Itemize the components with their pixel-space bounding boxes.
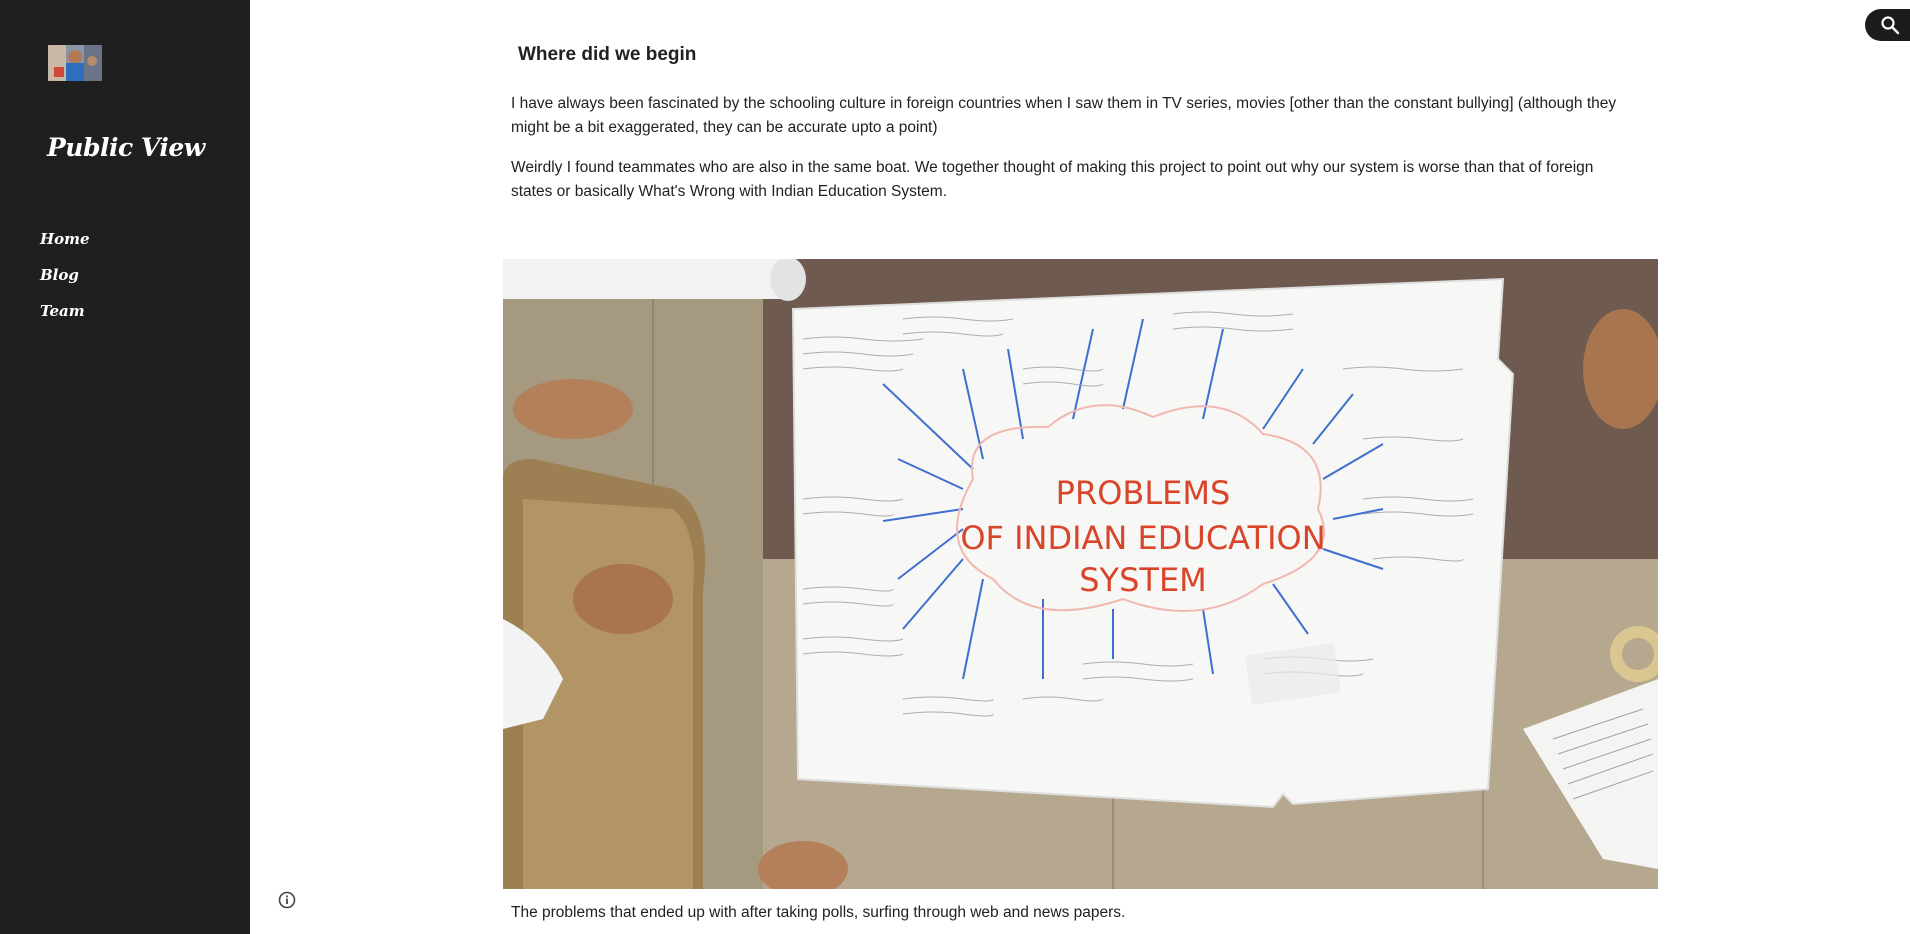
poster-title-line-1: PROBLEMS (1056, 474, 1231, 512)
paragraph-2: Weirdly I found teammates who are also i… (511, 159, 1594, 200)
nav-item-team[interactable]: Team (40, 302, 85, 320)
search-button[interactable] (1865, 9, 1910, 41)
search-icon (1881, 16, 1900, 35)
poster-title-line-2: OF INDIAN EDUCATION (960, 519, 1325, 557)
sidebar: Public View Home Blog Team (0, 0, 250, 934)
paragraph-1: I have always been fascinated by the sch… (511, 95, 1617, 136)
image-caption: The problems that ended up with after ta… (511, 904, 1126, 921)
poster-photo: PROBLEMS OF INDIAN EDUCATION SYSTEM (503, 259, 1658, 889)
site-title[interactable]: Public View (47, 133, 205, 162)
nav-item-blog[interactable]: Blog (40, 266, 79, 284)
site-logo[interactable] (48, 45, 102, 81)
poster-title-line-3: SYSTEM (1079, 561, 1207, 599)
nav-item-home[interactable]: Home (40, 230, 90, 248)
info-icon[interactable] (277, 890, 297, 910)
section-heading: Where did we begin (518, 44, 697, 65)
